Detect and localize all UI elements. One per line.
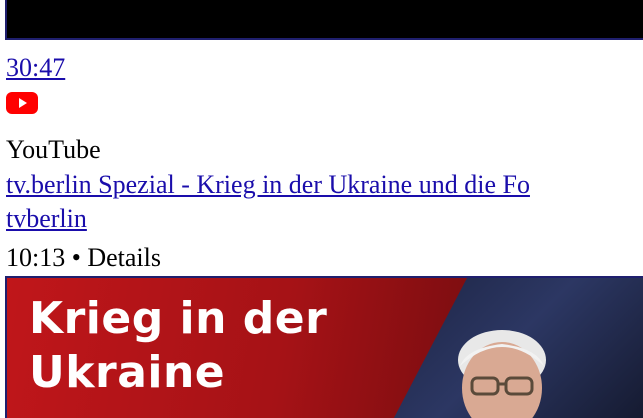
speaker-portrait xyxy=(458,330,546,418)
source-label: YouTube xyxy=(6,135,101,164)
video-duration[interactable]: 30:47 xyxy=(6,53,65,83)
channel-name[interactable]: tvberlin xyxy=(6,204,87,234)
thumbnail-headline-line1: Krieg in der xyxy=(29,293,328,344)
duration-link[interactable]: 30:47 xyxy=(6,53,65,82)
youtube-icon xyxy=(6,92,38,114)
thumbnail-headline-line2: Ukraine xyxy=(29,347,226,398)
video-meta: 10:13 • Details xyxy=(6,243,161,272)
thumbnail-headline: Krieg in der Ukraine xyxy=(29,292,327,400)
previous-video-thumbnail[interactable] xyxy=(5,0,643,40)
video-title-link[interactable]: tv.berlin Spezial - Krieg in der Ukraine… xyxy=(6,170,530,199)
video-title[interactable]: tv.berlin Spezial - Krieg in der Ukraine… xyxy=(6,170,530,200)
video-thumbnail[interactable]: Krieg in der Ukraine xyxy=(5,276,643,418)
channel-link[interactable]: tvberlin xyxy=(6,204,87,233)
